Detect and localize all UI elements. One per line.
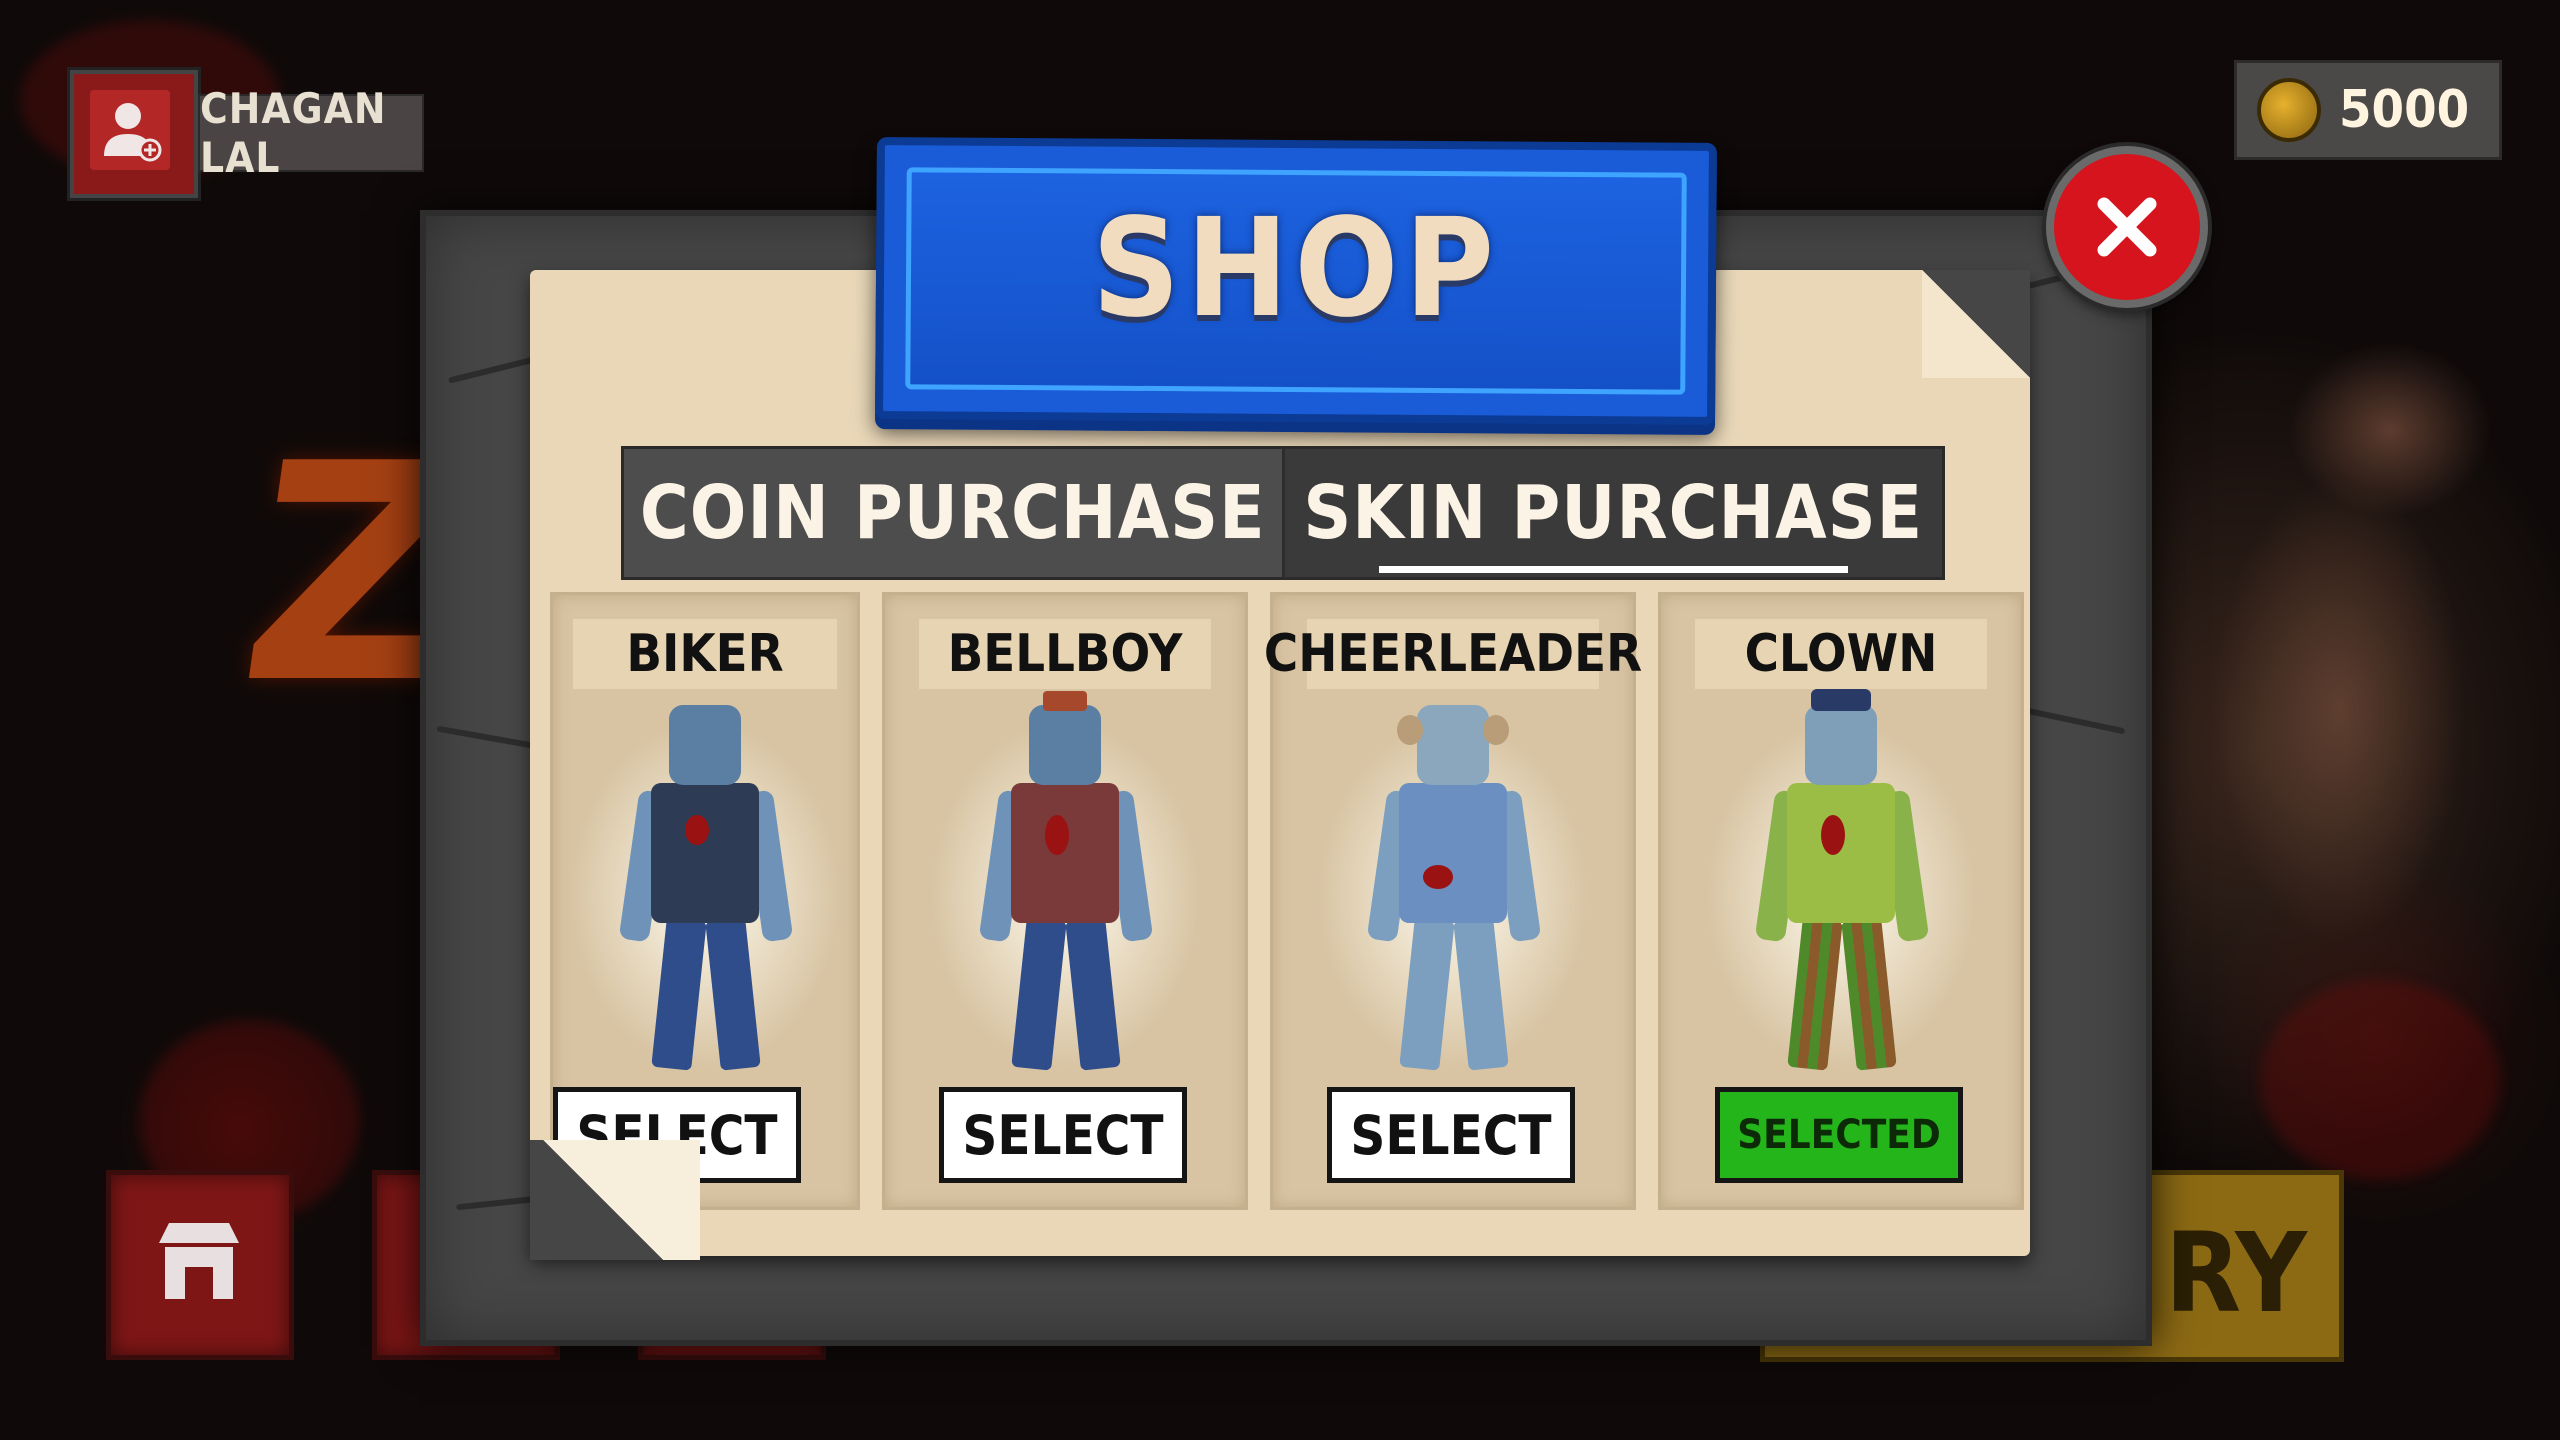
store-menu-button[interactable] — [106, 1170, 294, 1360]
background-zombie-art — [2090, 230, 2560, 1130]
coin-icon — [2257, 78, 2321, 142]
selected-button[interactable]: SELECTED — [1715, 1087, 1963, 1183]
close-button[interactable] — [2046, 146, 2208, 308]
paper-curl — [530, 1140, 700, 1260]
active-tab-indicator — [1378, 566, 1848, 573]
skin-card-clown: CLOWN SELECTED — [1658, 592, 2024, 1210]
skin-card-cheerleader: CHEERLEADER SELECT — [1264, 592, 1642, 1210]
skin-card-biker: BIKER SELECT — [550, 592, 860, 1210]
skin-name: CLOWN — [1695, 619, 1987, 689]
add-user-icon — [104, 103, 162, 162]
tab-coin-purchase[interactable]: COIN PURCHASE — [624, 449, 1285, 577]
skin-name: BIKER — [573, 619, 837, 689]
select-button[interactable]: SELECT — [1327, 1087, 1575, 1183]
shop-tabs: COIN PURCHASE SKIN PURCHASE — [621, 446, 1945, 580]
zombie-biker-figure — [618, 705, 794, 1075]
zombie-bellboy-figure — [978, 691, 1154, 1075]
paper-corner — [1922, 270, 2030, 378]
coin-amount: 5000 — [2339, 80, 2470, 140]
zombie-clown-figure — [1754, 689, 1930, 1075]
shop-title-wrap: SHOP — [876, 140, 1716, 420]
tab-label: COIN PURCHASE — [639, 470, 1266, 556]
skin-name: BELLBOY — [919, 619, 1211, 689]
play-button-label: RY — [2165, 1209, 2307, 1337]
store-icon — [159, 1223, 239, 1299]
select-button[interactable]: SELECT — [939, 1087, 1187, 1183]
skin-name: CHEERLEADER — [1264, 619, 1642, 689]
tab-skin-purchase[interactable]: SKIN PURCHASE — [1284, 449, 1942, 577]
close-icon — [2097, 197, 2157, 257]
coin-balance: 5000 — [2234, 60, 2502, 160]
player-name: CHAGAN LAL — [198, 84, 424, 182]
shop-title: SHOP — [1091, 190, 1501, 348]
player-avatar[interactable] — [70, 70, 198, 198]
skin-card-bellboy: BELLBOY SELECT — [882, 592, 1248, 1210]
zombie-cheerleader-figure — [1366, 705, 1542, 1075]
tab-label: SKIN PURCHASE — [1303, 470, 1924, 556]
